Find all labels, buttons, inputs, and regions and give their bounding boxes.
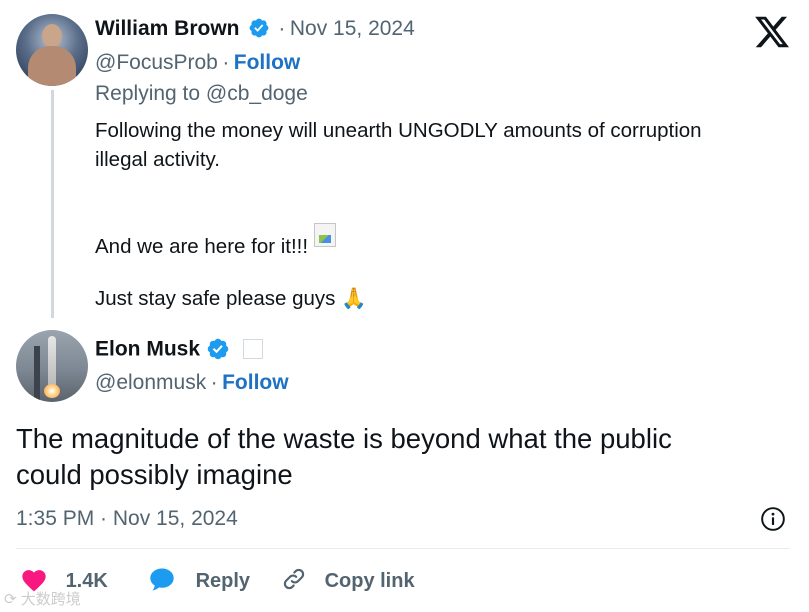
reply-label: Reply <box>195 570 251 593</box>
display-name[interactable]: Elon Musk <box>95 338 200 361</box>
thread-connector-line <box>51 90 54 318</box>
text-line: And we are here for it!!! <box>95 235 309 258</box>
main-tweet-text: The magnitude of the waste is beyond wha… <box>16 421 672 493</box>
separator-dot: · <box>278 17 286 40</box>
text-line: illegal activity. <box>95 148 220 171</box>
user-handle[interactable]: @FocusProb <box>95 51 218 74</box>
avatar[interactable] <box>16 330 88 402</box>
affiliate-badge-icon <box>242 338 263 359</box>
text-line: could possibly imagine <box>16 459 293 490</box>
avatar[interactable] <box>16 14 88 86</box>
tweet-timestamp[interactable]: 1:35 PM · Nov 15, 2024 <box>16 507 238 531</box>
parent-tweet-line: Just stay safe please guys 🙏 <box>95 284 367 313</box>
tweet-date[interactable]: Nov 15, 2024 <box>290 17 415 40</box>
verified-badge-icon <box>206 337 230 366</box>
text-line: Following the money will unearth UNGODLY… <box>95 119 702 142</box>
follow-button[interactable]: Follow <box>234 51 301 74</box>
parent-tweet-header: William Brown · Nov 15, 2024 <box>95 17 415 44</box>
copy-link-button[interactable]: Copy link <box>281 566 415 598</box>
separator-dot: · <box>210 371 218 394</box>
parent-tweet-text: Following the money will unearth UNGODLY… <box>95 116 702 174</box>
follow-button[interactable]: Follow <box>222 371 289 394</box>
pray-emoji-icon: 🙏 <box>341 287 367 310</box>
info-icon[interactable] <box>760 506 786 532</box>
separator-dot: · <box>222 51 230 74</box>
watermark: ⟳ 大数跨境 <box>4 588 81 609</box>
divider <box>16 548 790 549</box>
user-handle[interactable]: @elonmusk <box>95 371 206 394</box>
reply-button[interactable]: Reply <box>148 566 250 598</box>
speech-bubble-icon <box>148 566 176 598</box>
text-line: Just stay safe please guys <box>95 287 336 310</box>
link-icon <box>281 566 307 598</box>
parent-handle-row: @FocusProb · Follow <box>95 51 300 75</box>
display-name[interactable]: William Brown <box>95 17 240 40</box>
watermark-text: 大数跨境 <box>20 591 81 608</box>
watermark-logo-icon: ⟳ <box>4 591 17 608</box>
replying-to[interactable]: Replying to @cb_doge <box>95 82 308 106</box>
broken-image-icon <box>313 223 336 247</box>
parent-tweet-line: And we are here for it!!! <box>95 223 336 261</box>
main-handle-row: @elonmusk · Follow <box>95 371 289 395</box>
copy-link-label: Copy link <box>324 570 415 593</box>
verified-badge-icon <box>248 17 270 44</box>
text-line: The magnitude of the waste is beyond wha… <box>16 423 672 454</box>
main-tweet-header: Elon Musk <box>95 337 263 366</box>
x-logo-icon[interactable] <box>755 15 789 49</box>
